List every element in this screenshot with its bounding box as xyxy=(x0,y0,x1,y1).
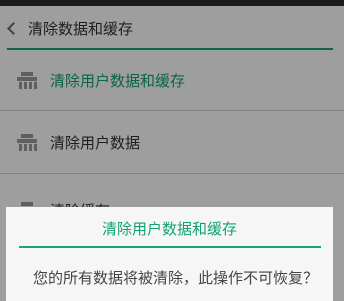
dialog-message: 您的所有数据将被清除，此操作不可恢复？ xyxy=(33,269,319,287)
confirm-dialog: 清除用户数据和缓存 您的所有数据将被清除，此操作不可恢复？ xyxy=(6,207,333,301)
dialog-title: 清除用户数据和缓存 xyxy=(101,220,237,238)
dialog-divider xyxy=(19,246,321,248)
